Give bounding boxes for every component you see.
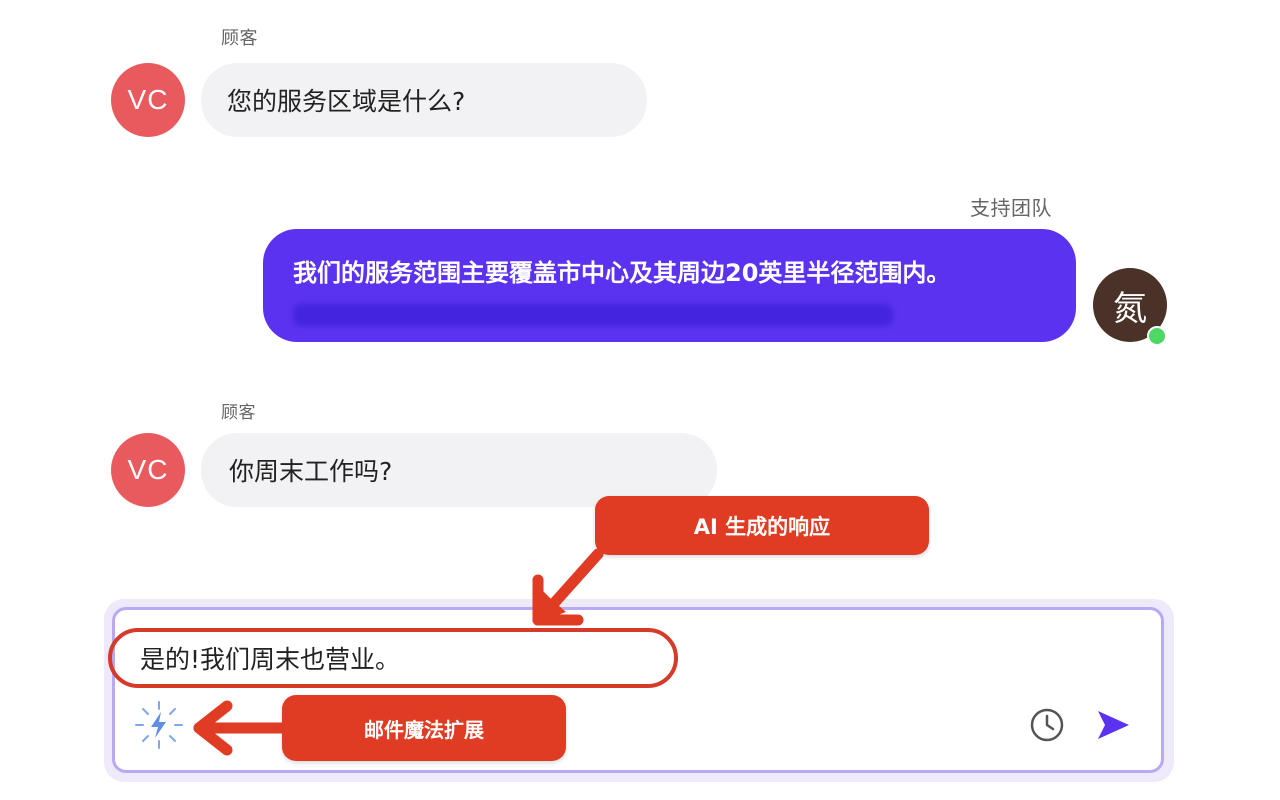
sender-label-agent: 支持团队 [970, 196, 1052, 220]
sender-label-customer: 顾客 [221, 403, 256, 423]
message-text: 你周末工作吗? [229, 457, 393, 486]
callout-label: AI 生成的响应 [693, 514, 831, 539]
clock-icon[interactable] [1029, 707, 1065, 743]
callout-label: 邮件魔法扩展 [364, 717, 484, 742]
sender-label-customer: 顾客 [221, 28, 258, 49]
online-status-dot [1147, 326, 1167, 346]
callout-arrow-icon [532, 548, 604, 626]
ai-response-callout: AI 生成的响应 [595, 496, 929, 555]
blurred-text [293, 304, 893, 326]
customer-avatar: VC [111, 433, 185, 507]
message-text: 我们的服务范围主要覆盖市中心及其周边20英里半径范围内。 [293, 259, 951, 287]
customer-avatar: VC [111, 63, 185, 137]
callout-arrow-icon [193, 700, 291, 756]
agent-message-bubble: 我们的服务范围主要覆盖市中心及其周边20英里半径范围内。 [263, 229, 1076, 342]
magic-sparkle-icon[interactable] [134, 700, 184, 750]
extension-callout: 邮件魔法扩展 [282, 695, 566, 761]
send-icon[interactable] [1094, 706, 1132, 744]
message-text: 您的服务区域是什么? [227, 87, 466, 116]
customer-message-bubble: 您的服务区域是什么? [201, 63, 647, 137]
chat-screen: 顾客 VC 您的服务区域是什么? 支持团队 我们的服务范围主要覆盖市中心及其周边… [0, 0, 1280, 800]
